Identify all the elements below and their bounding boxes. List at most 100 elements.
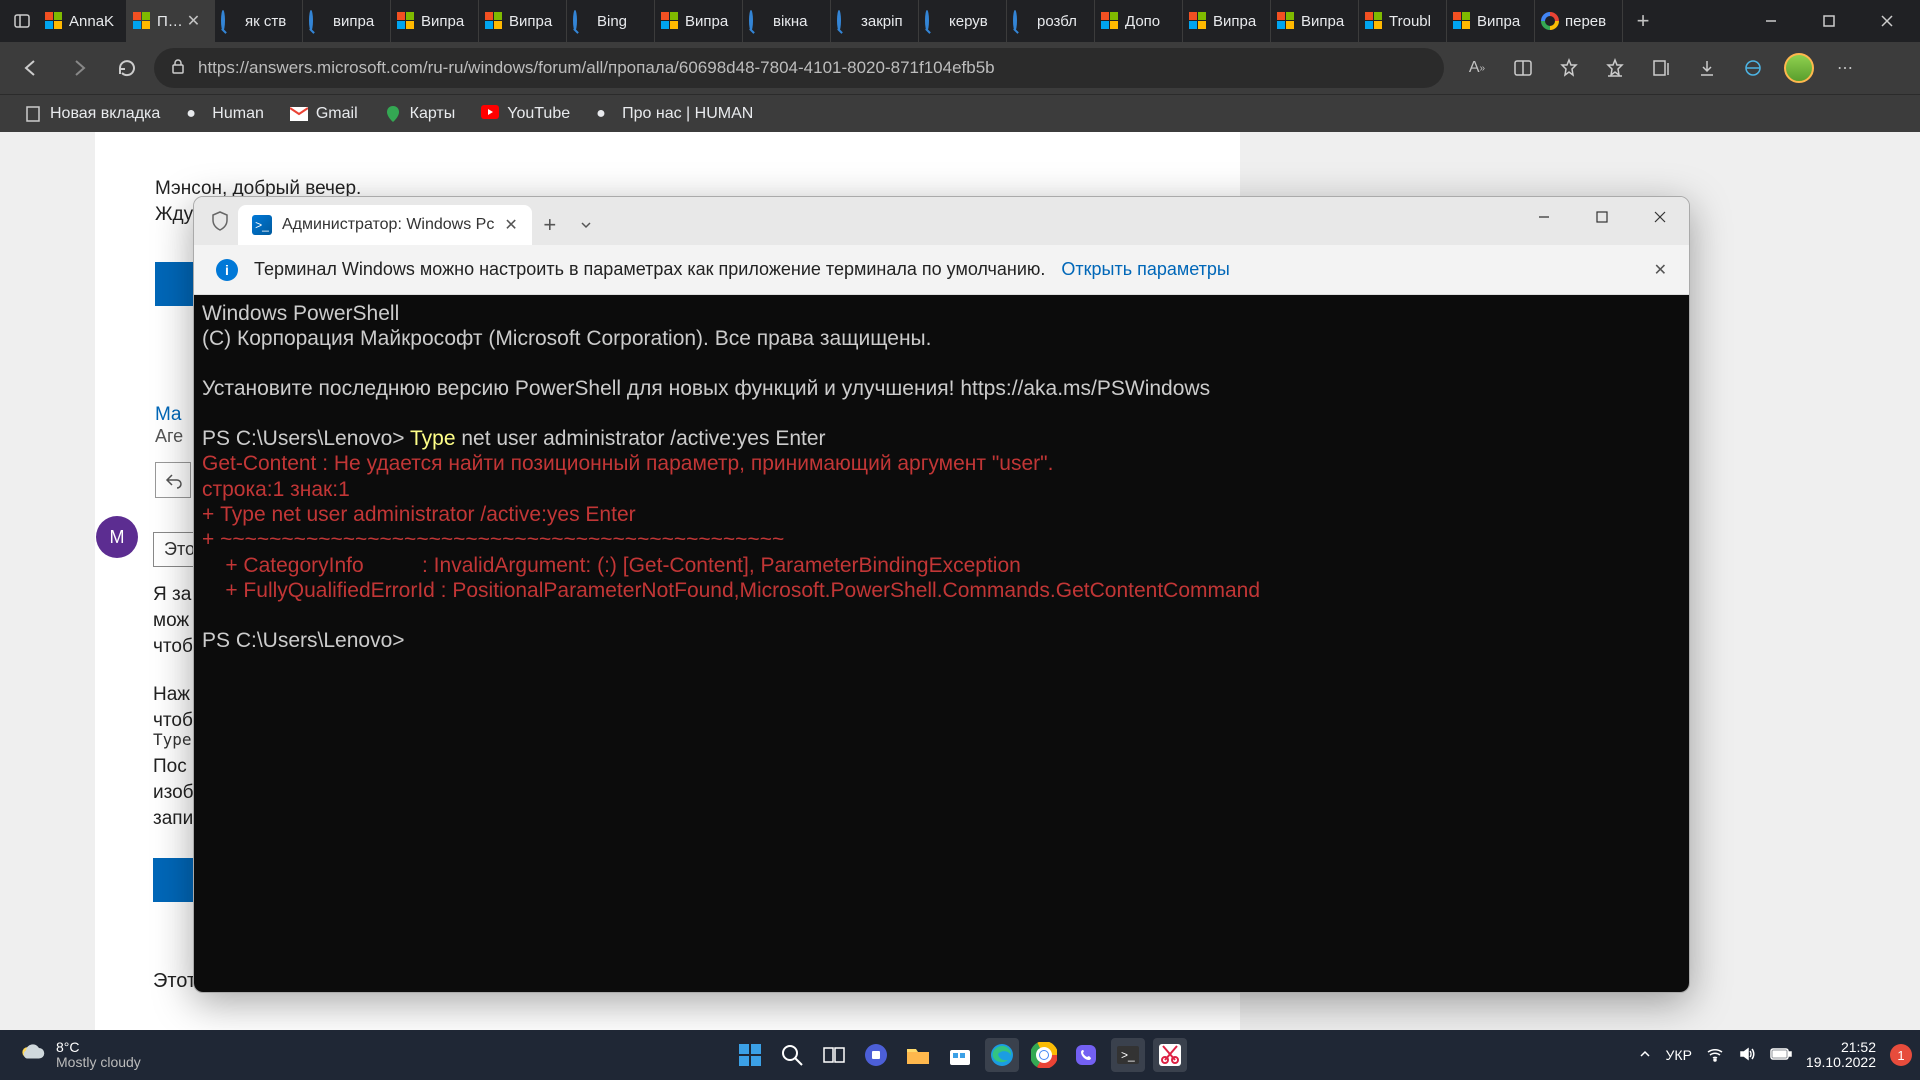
tab-label: Випра: [509, 13, 552, 30]
star-icon[interactable]: [1548, 47, 1590, 89]
browser-tab-strip: AnnaK П…✕ як ств випра Випра Випра Bing …: [0, 0, 1920, 42]
tab-1[interactable]: П…✕: [127, 0, 215, 42]
menu-button[interactable]: ⋯: [1824, 47, 1866, 89]
bookmark-item[interactable]: Карты: [374, 101, 466, 127]
chrome-app[interactable]: [1027, 1038, 1061, 1072]
body-line: Я за: [153, 582, 191, 608]
tab-10[interactable]: керув: [919, 0, 1007, 42]
translate-icon[interactable]: [1502, 47, 1544, 89]
tab-label: закріп: [861, 13, 903, 30]
tab-label: Випра: [685, 13, 728, 30]
gmail-icon: [290, 105, 308, 123]
user-avatar: M: [96, 516, 138, 558]
terminal-minimize[interactable]: [1515, 197, 1573, 237]
tab-3[interactable]: випра: [303, 0, 391, 42]
system-tray: УКР 21:52 19.10.2022 1: [1638, 1030, 1920, 1080]
bookmark-item[interactable]: Новая вкладка: [14, 101, 170, 127]
notification-badge[interactable]: 1: [1890, 1044, 1912, 1066]
author-link[interactable]: Ma: [155, 404, 183, 426]
snipping-app[interactable]: [1153, 1038, 1187, 1072]
start-button[interactable]: [733, 1038, 767, 1072]
weather-widget[interactable]: 8°C Mostly cloudy: [0, 1040, 200, 1071]
tab-0[interactable]: AnnaK: [39, 0, 127, 42]
lock-icon: [170, 58, 186, 79]
store-app[interactable]: [943, 1038, 977, 1072]
wifi-icon[interactable]: [1706, 1045, 1724, 1066]
chat-app[interactable]: [859, 1038, 893, 1072]
svg-text:>_: >_: [1121, 1048, 1135, 1062]
tab-7[interactable]: Випра: [655, 0, 743, 42]
battery-icon[interactable]: [1770, 1047, 1792, 1064]
edge-app[interactable]: [985, 1038, 1019, 1072]
ie-mode-icon[interactable]: [1732, 47, 1774, 89]
refresh-button[interactable]: [106, 47, 148, 89]
tab-9[interactable]: закріп: [831, 0, 919, 42]
tab-label: Випра: [1477, 13, 1520, 30]
read-aloud-icon[interactable]: A»: [1456, 47, 1498, 89]
search-button[interactable]: [775, 1038, 809, 1072]
tab-label: Допо: [1125, 13, 1160, 30]
tab-13[interactable]: Випра: [1183, 0, 1271, 42]
terminal-app[interactable]: >_: [1111, 1038, 1145, 1072]
viber-app[interactable]: [1069, 1038, 1103, 1072]
close-icon[interactable]: ✕: [504, 215, 517, 235]
window-maximize[interactable]: [1800, 0, 1858, 42]
tab-4[interactable]: Випра: [391, 0, 479, 42]
info-icon: i: [216, 259, 238, 281]
tab-15[interactable]: Troubl: [1359, 0, 1447, 42]
tab-actions-btn[interactable]: [4, 0, 39, 42]
task-view[interactable]: [817, 1038, 851, 1072]
bookmark-item[interactable]: ●Про нас | HUMAN: [586, 101, 763, 127]
terminal-close[interactable]: [1631, 197, 1689, 237]
volume-icon[interactable]: [1738, 1045, 1756, 1066]
terminal-body[interactable]: Windows PowerShell (C) Корпорация Майкро…: [194, 295, 1689, 992]
close-icon[interactable]: ✕: [187, 11, 200, 31]
taskbar: 8°C Mostly cloudy >_ УКР 21:52 19.10.202…: [0, 1030, 1920, 1080]
collections-icon[interactable]: [1640, 47, 1682, 89]
body-line: мож: [153, 608, 189, 634]
terminal-titlebar[interactable]: >_ Администратор: Windows Pc ✕ +: [194, 197, 1689, 245]
tab-5[interactable]: Випра: [479, 0, 567, 42]
reply-icon-box[interactable]: [155, 462, 191, 498]
tab-label: вікна: [773, 13, 808, 30]
back-button[interactable]: [10, 47, 52, 89]
window-minimize[interactable]: [1742, 0, 1800, 42]
tab-14[interactable]: Випра: [1271, 0, 1359, 42]
favorites-icon[interactable]: [1594, 47, 1636, 89]
terminal-dropdown[interactable]: [568, 205, 604, 245]
window-close[interactable]: [1858, 0, 1916, 42]
tray-chevron[interactable]: [1638, 1047, 1652, 1064]
tab-label: Випра: [1301, 13, 1344, 30]
terminal-tab[interactable]: >_ Администратор: Windows Pc ✕: [238, 205, 532, 245]
info-close[interactable]: ✕: [1654, 260, 1667, 280]
new-tab-button[interactable]: +: [1623, 8, 1663, 34]
terminal-new-tab[interactable]: +: [532, 205, 568, 245]
tab-11[interactable]: розбл: [1007, 0, 1095, 42]
bookmark-item[interactable]: Gmail: [280, 101, 368, 127]
author-role: Аге: [155, 426, 183, 447]
bookmark-item[interactable]: YouTube: [471, 101, 580, 127]
profile-avatar[interactable]: [1778, 47, 1820, 89]
explorer-app[interactable]: [901, 1038, 935, 1072]
open-settings-link[interactable]: Открыть параметры: [1061, 259, 1229, 280]
tab-12[interactable]: Допо: [1095, 0, 1183, 42]
clock[interactable]: 21:52 19.10.2022: [1806, 1040, 1876, 1071]
bookmarks-bar: Новая вкладка ●Human Gmail Карты YouTube…: [0, 94, 1920, 132]
language-indicator[interactable]: УКР: [1666, 1047, 1692, 1063]
tab-label: Bing: [597, 13, 627, 30]
forward-button[interactable]: [58, 47, 100, 89]
tab-8[interactable]: вікна: [743, 0, 831, 42]
tab-17[interactable]: перев: [1535, 0, 1623, 42]
tab-label: П…: [157, 13, 183, 30]
bookmark-item[interactable]: ●Human: [176, 101, 274, 127]
downloads-icon[interactable]: [1686, 47, 1728, 89]
body-line: изоб: [153, 780, 194, 806]
terminal-maximize[interactable]: [1573, 197, 1631, 237]
powershell-icon: >_: [252, 215, 272, 235]
tab-6[interactable]: Bing: [567, 0, 655, 42]
tab-label: Випра: [421, 13, 464, 30]
body-line: запи: [153, 806, 193, 832]
url-input[interactable]: https://answers.microsoft.com/ru-ru/wind…: [154, 48, 1444, 88]
tab-16[interactable]: Випра: [1447, 0, 1535, 42]
tab-2[interactable]: як ств: [215, 0, 303, 42]
